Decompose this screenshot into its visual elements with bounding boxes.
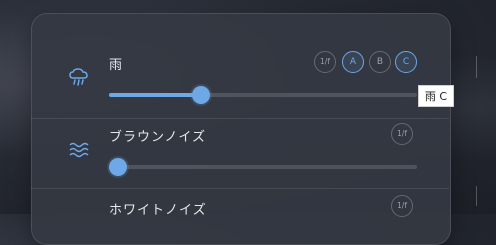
sound-title: 雨 <box>109 58 124 73</box>
sound-mixer-panel <box>31 13 451 245</box>
variant-chip-1f[interactable]: 1/f <box>391 195 413 217</box>
tooltip: 雨 C <box>418 85 454 107</box>
variant-chip-1f[interactable]: 1/f <box>314 51 336 73</box>
slider-thumb[interactable] <box>109 158 127 176</box>
slider-fill <box>109 93 202 97</box>
variant-chip-a[interactable]: A <box>342 51 364 73</box>
volume-slider[interactable] <box>109 86 417 104</box>
row-divider <box>31 188 449 189</box>
edge-marker <box>476 186 477 206</box>
waves-icon <box>68 139 90 161</box>
variant-chip-c[interactable]: C <box>395 51 417 73</box>
variant-chip-b[interactable]: B <box>369 51 391 73</box>
edge-marker <box>476 56 477 78</box>
sound-title: ブラウンノイズ <box>109 130 206 145</box>
volume-slider[interactable] <box>109 158 417 176</box>
rain-cloud-icon <box>68 66 90 88</box>
row-divider <box>31 118 449 119</box>
sound-title: ホワイトノイズ <box>109 203 207 218</box>
variant-chip-1f[interactable]: 1/f <box>391 123 413 145</box>
